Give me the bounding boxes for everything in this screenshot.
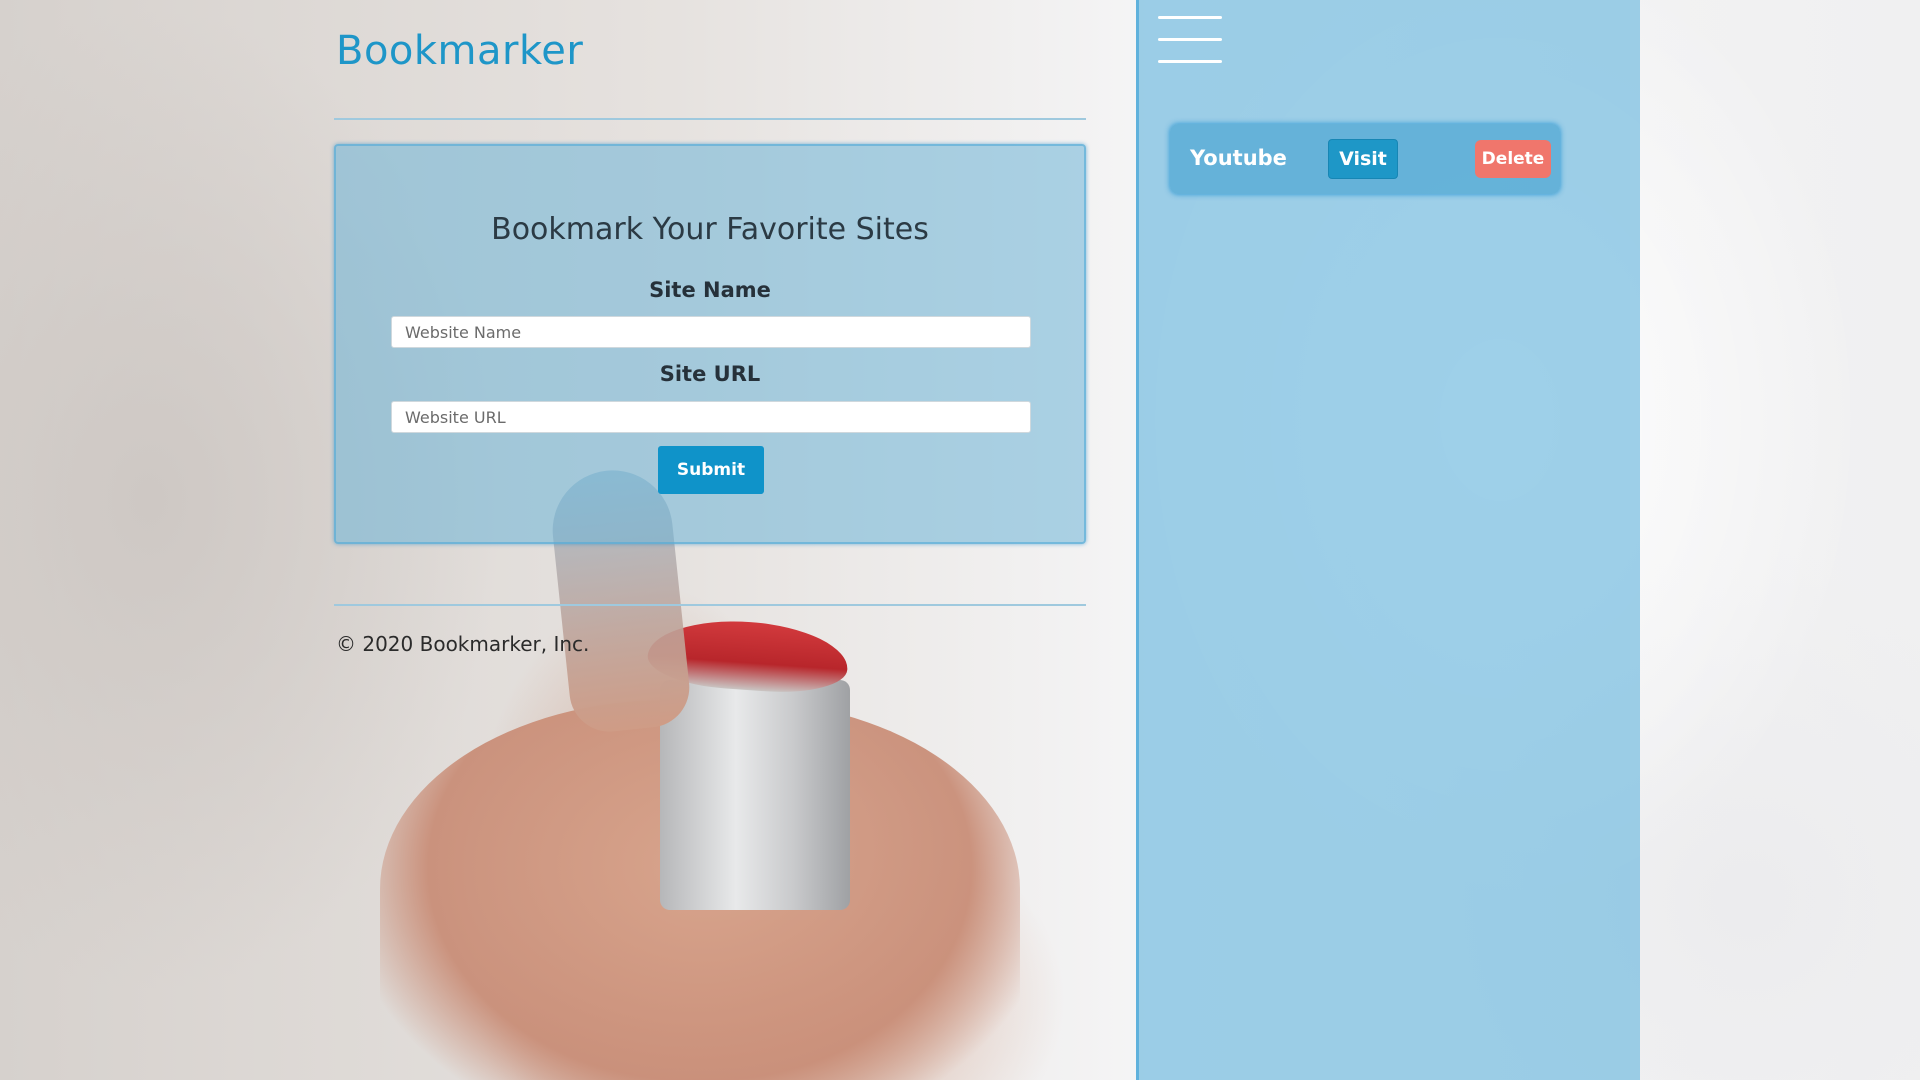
site-url-input[interactable]	[391, 401, 1031, 433]
menu-line	[1158, 60, 1222, 63]
top-divider	[334, 118, 1086, 120]
visit-button[interactable]: Visit	[1328, 139, 1398, 179]
hamburger-menu-icon[interactable]	[1158, 16, 1222, 64]
bookmark-name: Youtube	[1190, 146, 1287, 170]
bottom-divider	[334, 604, 1086, 606]
form-heading: Bookmark Your Favorite Sites	[491, 212, 929, 247]
background-bottle	[660, 680, 850, 910]
main-column: Bookmarker Bookmark Your Favorite Sites …	[334, 0, 1086, 700]
bookmark-item: Youtube Visit Delete	[1170, 124, 1560, 194]
delete-button[interactable]: Delete	[1475, 140, 1551, 178]
bookmarks-panel: Youtube Visit Delete	[1136, 0, 1640, 1080]
menu-line	[1158, 38, 1222, 41]
submit-button[interactable]: Submit	[658, 446, 764, 494]
site-name-input[interactable]	[391, 316, 1031, 348]
site-name-label: Site Name	[649, 278, 771, 302]
brand-title: Bookmarker	[336, 28, 584, 74]
footer-copyright: © 2020 Bookmarker, Inc.	[336, 632, 590, 656]
bookmark-form-card: Bookmark Your Favorite Sites Site Name S…	[334, 144, 1086, 544]
menu-line	[1158, 16, 1222, 19]
site-url-label: Site URL	[659, 362, 761, 386]
